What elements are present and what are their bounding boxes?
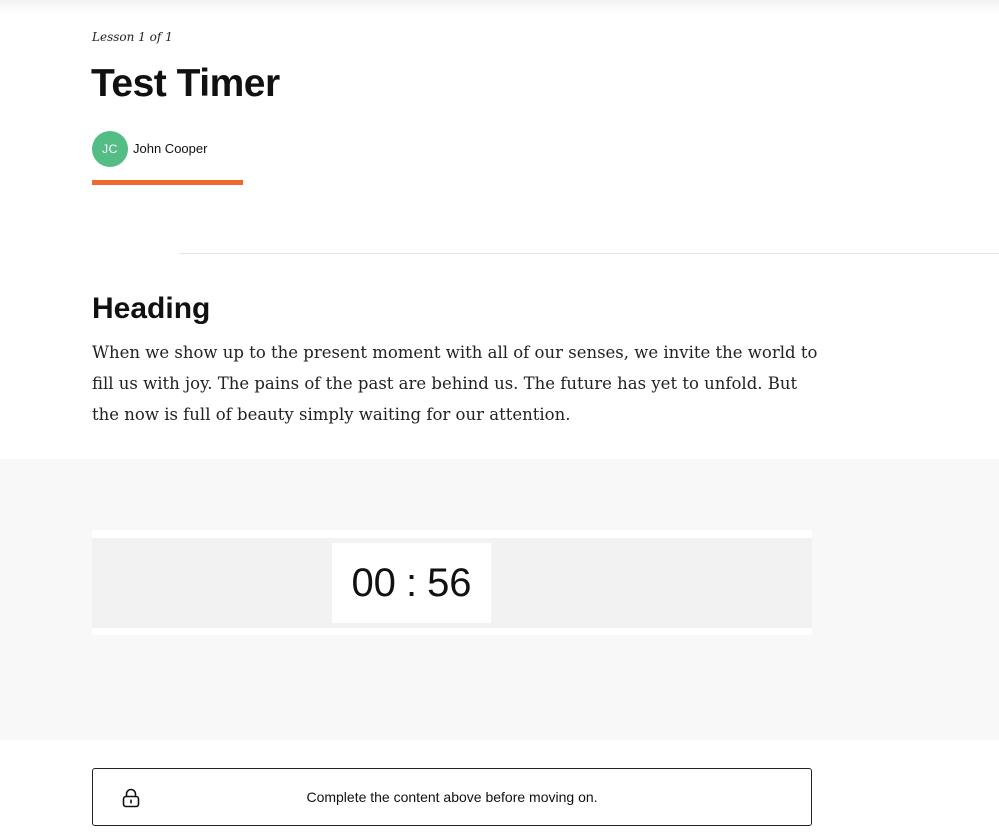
lesson-progress-fill — [92, 180, 243, 185]
timer-display: 00:56 — [332, 543, 491, 623]
author-name: John Cooper — [133, 141, 208, 156]
author-avatar: JC — [92, 131, 128, 167]
continue-notice-text: Complete the content above before moving… — [306, 789, 598, 805]
timer-separator: : — [405, 560, 418, 605]
continue-locked-notice: Complete the content above before moving… — [92, 768, 812, 826]
lesson-counter: Lesson 1 of 1 — [92, 30, 173, 44]
author-initials: JC — [102, 142, 118, 156]
content-paragraph: When we show up to the present moment wi… — [92, 343, 818, 424]
section-divider — [179, 253, 999, 254]
content-heading: Heading — [92, 292, 211, 325]
lesson-title: Test Timer — [91, 62, 280, 105]
timer-seconds: 56 — [427, 560, 472, 605]
timer-frame: 00:56 — [92, 530, 812, 635]
header-shadow — [0, 0, 999, 14]
timer-minutes: 00 — [351, 560, 396, 605]
lesson-progress-bar — [92, 180, 243, 185]
timer-readout: 00:56 — [351, 561, 471, 606]
